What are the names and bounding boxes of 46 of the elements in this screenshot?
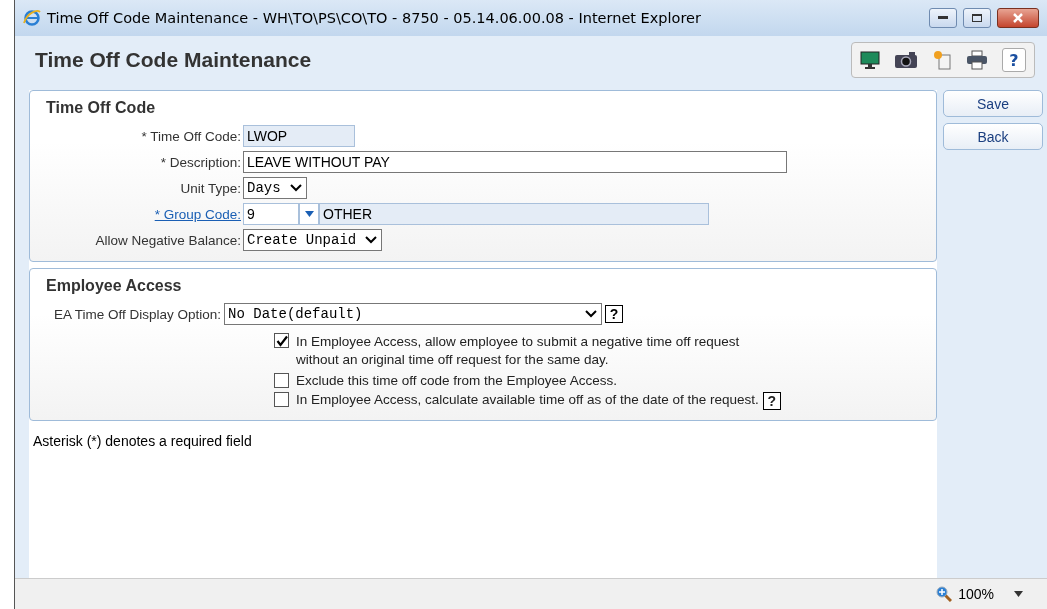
chevron-down-icon (288, 183, 303, 193)
input-field[interactable]: 9 (243, 203, 299, 225)
dropdown-button[interactable] (299, 203, 319, 225)
close-button[interactable] (997, 8, 1039, 28)
dropdown[interactable]: No Date(default) (224, 303, 603, 325)
field-label: EA Time Off Display Option: (54, 306, 222, 322)
field-label: * Description: (159, 154, 241, 170)
maximize-icon (972, 14, 982, 22)
dropdown[interactable]: Days (243, 177, 307, 199)
minimize-button[interactable] (929, 8, 957, 28)
page-title: Time Off Code Maintenance (35, 48, 313, 72)
checkbox[interactable] (274, 333, 289, 348)
action-button[interactable]: Back (943, 123, 1043, 150)
field-label: Allow Negative Balance: (94, 232, 241, 248)
input-field[interactable]: LEAVE WITHOUT PAY (243, 151, 787, 173)
help-button[interactable]: ? (762, 392, 781, 410)
field-label-link[interactable]: * Group Code: (154, 206, 241, 222)
section-heading: Employee Access (46, 277, 183, 295)
window-title: Time Off Code Maintenance - WH\TO\PS\CO\TO - 8750 - 05.14.06.00.08 - Internet Explorer (47, 10, 702, 26)
minimize-icon (938, 16, 948, 20)
readonly-field: LWOP (243, 125, 355, 147)
dropdown[interactable]: Create Unpaid (243, 229, 383, 251)
printer-icon[interactable] (966, 50, 988, 70)
chevron-down-icon (584, 309, 599, 319)
close-icon (1013, 13, 1023, 23)
checkbox[interactable] (274, 373, 289, 388)
field-label: Unit Type: (179, 180, 241, 196)
camera-icon[interactable] (894, 51, 918, 69)
checkbox[interactable] (274, 392, 289, 407)
help-button[interactable]: ? (1002, 48, 1026, 72)
zoom-in-icon[interactable] (936, 586, 953, 602)
browser-logo-icon (23, 9, 41, 27)
checkbox-label: In Employee Access, allow employee to submit a negative time off request without an original time off request for the same day. (296, 333, 741, 369)
checkbox-label: Exclude this time off code from the Employee Access. (296, 373, 617, 388)
zoom-level: 100% (958, 586, 994, 602)
chevron-down-icon (364, 235, 379, 245)
field-label: * Time Off Code: (140, 128, 241, 144)
caret-icon[interactable] (1014, 591, 1023, 597)
monitor-icon[interactable] (860, 51, 880, 69)
caret-icon (304, 211, 314, 217)
section-heading: Time Off Code (46, 99, 157, 117)
readonly-field: OTHER (319, 203, 709, 225)
checkbox-label: In Employee Access, calculate available time off as of the date of the request. (296, 392, 759, 407)
action-button[interactable]: Save (943, 90, 1043, 117)
help-button[interactable]: ? (605, 305, 624, 323)
maximize-button[interactable] (963, 8, 991, 28)
